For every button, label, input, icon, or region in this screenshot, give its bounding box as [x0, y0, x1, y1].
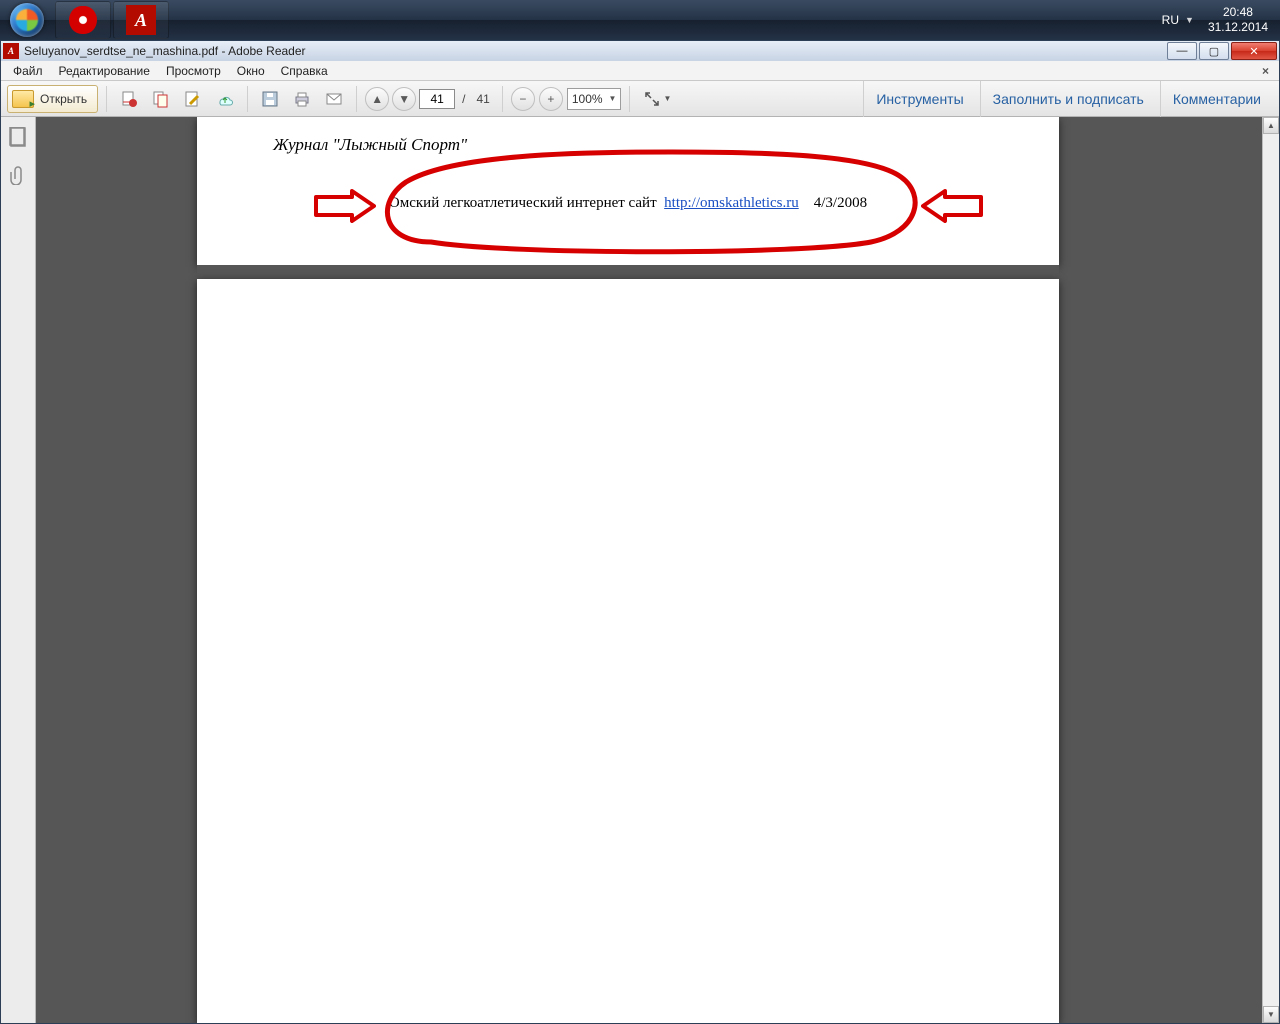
scroll-up-button[interactable]: ▲ — [1263, 117, 1279, 134]
adobe-reader-icon: A — [126, 5, 156, 35]
footer-date: 4/3/2008 — [814, 195, 867, 211]
arrow-down-icon: ▼ — [398, 92, 410, 106]
comments-panel-button[interactable]: Комментарии — [1160, 81, 1273, 117]
prev-page-button[interactable]: ▲ — [365, 87, 389, 111]
system-tray: RU ▼ 20:48 31.12.2014 — [1150, 5, 1280, 35]
clock-time: 20:48 — [1208, 5, 1268, 20]
footer-text: Омский легкоатлетический интернет сайт — [389, 195, 657, 211]
create-pdf-button[interactable] — [147, 85, 175, 113]
scroll-down-button[interactable]: ▼ — [1263, 1006, 1279, 1023]
clock[interactable]: 20:48 31.12.2014 — [1208, 5, 1268, 35]
zoom-out-button[interactable]: − — [511, 87, 535, 111]
email-button[interactable] — [320, 85, 348, 113]
windows-orb-icon — [10, 3, 44, 37]
taskbar-app-opera[interactable] — [55, 1, 111, 39]
envelope-icon — [325, 90, 343, 108]
menu-edit[interactable]: Редактирование — [51, 62, 158, 80]
separator — [247, 86, 248, 112]
cloud-button[interactable] — [211, 85, 239, 113]
pdf-next-page-blank — [197, 279, 1059, 1023]
print-button[interactable] — [288, 85, 316, 113]
pencil-page-icon — [184, 90, 202, 108]
expand-icon — [643, 90, 661, 108]
menu-window[interactable]: Окно — [229, 62, 273, 80]
adobe-reader-window: A Seluyanov_serdtse_ne_mashina.pdf - Ado… — [0, 40, 1280, 1024]
open-label: Открыть — [40, 92, 87, 106]
plus-icon: + — [547, 92, 554, 106]
taskbar-app-adobe-reader[interactable]: A — [113, 1, 169, 39]
chevron-down-icon: ▼ — [663, 94, 671, 103]
language-indicator[interactable]: RU ▼ — [1162, 13, 1194, 27]
menu-help[interactable]: Справка — [273, 62, 336, 80]
footer-link[interactable]: http://omskathletics.ru — [664, 195, 799, 211]
toolbar: Открыть ▲ ▼ / 41 − + 100% ▼ ▼ Инструмент… — [1, 81, 1279, 117]
menubar-close-icon[interactable]: × — [1256, 64, 1275, 78]
menu-file[interactable]: Файл — [5, 62, 51, 80]
attachments-tab[interactable] — [9, 165, 27, 185]
zoom-level-dropdown[interactable]: 100% ▼ — [567, 88, 622, 110]
zoom-in-button[interactable]: + — [539, 87, 563, 111]
adobe-reader-icon: A — [3, 43, 19, 59]
page-separator: / — [458, 92, 469, 106]
separator — [502, 86, 503, 112]
fill-sign-panel-button[interactable]: Заполнить и подписать — [980, 81, 1156, 117]
separator — [356, 86, 357, 112]
floppy-icon — [261, 90, 279, 108]
window-titlebar[interactable]: A Seluyanov_serdtse_ne_mashina.pdf - Ado… — [1, 41, 1279, 61]
window-title: Seluyanov_serdtse_ne_mashina.pdf - Adobe… — [24, 44, 306, 58]
export-pdf-button[interactable] — [115, 85, 143, 113]
page-gap — [197, 265, 1059, 279]
edit-pdf-button[interactable] — [179, 85, 207, 113]
menu-bar: Файл Редактирование Просмотр Окно Справк… — [1, 61, 1279, 81]
next-page-button[interactable]: ▼ — [392, 87, 416, 111]
cloud-upload-icon — [216, 90, 234, 108]
maximize-button[interactable]: ▢ — [1199, 42, 1229, 60]
read-mode-button[interactable]: ▼ — [638, 85, 676, 113]
page-total: 41 — [472, 92, 493, 106]
open-button[interactable]: Открыть — [7, 85, 98, 113]
page-navigation: ▲ ▼ / 41 — [365, 87, 494, 111]
save-button[interactable] — [256, 85, 284, 113]
chevron-down-icon: ▼ — [1185, 15, 1194, 25]
zoom-value: 100% — [572, 92, 603, 106]
minus-icon: − — [519, 92, 526, 106]
export-pdf-icon — [120, 90, 138, 108]
start-button[interactable] — [0, 0, 54, 40]
folder-open-icon — [12, 90, 34, 108]
journal-title: Журнал "Лыжный Спорт" — [273, 135, 989, 155]
document-area[interactable]: Журнал "Лыжный Спорт" Омский легкоатлети… — [36, 117, 1262, 1023]
minimize-button[interactable]: — — [1167, 42, 1197, 60]
windows-taskbar: A RU ▼ 20:48 31.12.2014 — [0, 0, 1280, 40]
page-number-input[interactable] — [419, 89, 455, 109]
scroll-track[interactable] — [1263, 134, 1279, 1006]
arrow-up-icon: ▲ — [371, 92, 383, 106]
separator — [106, 86, 107, 112]
separator — [629, 86, 630, 112]
vertical-scrollbar[interactable]: ▲ ▼ — [1262, 117, 1279, 1023]
opera-icon — [69, 6, 97, 34]
create-pdf-icon — [152, 90, 170, 108]
thumbnails-tab[interactable] — [9, 127, 27, 147]
chevron-down-icon: ▼ — [609, 94, 617, 103]
printer-icon — [293, 90, 311, 108]
workspace: Журнал "Лыжный Спорт" Омский легкоатлети… — [1, 117, 1279, 1023]
tools-panel-button[interactable]: Инструменты — [863, 81, 975, 117]
page-thumbnails-icon — [9, 127, 27, 147]
pdf-page-41-bottom: Журнал "Лыжный Спорт" Омский легкоатлети… — [197, 117, 1059, 265]
menu-view[interactable]: Просмотр — [158, 62, 229, 80]
paperclip-icon — [9, 165, 27, 185]
clock-date: 31.12.2014 — [1208, 20, 1268, 35]
left-sidebar — [1, 117, 36, 1023]
close-button[interactable]: ✕ — [1231, 42, 1277, 60]
language-code: RU — [1162, 13, 1179, 27]
footer-line: Омский легкоатлетический интернет сайт h… — [267, 195, 989, 212]
